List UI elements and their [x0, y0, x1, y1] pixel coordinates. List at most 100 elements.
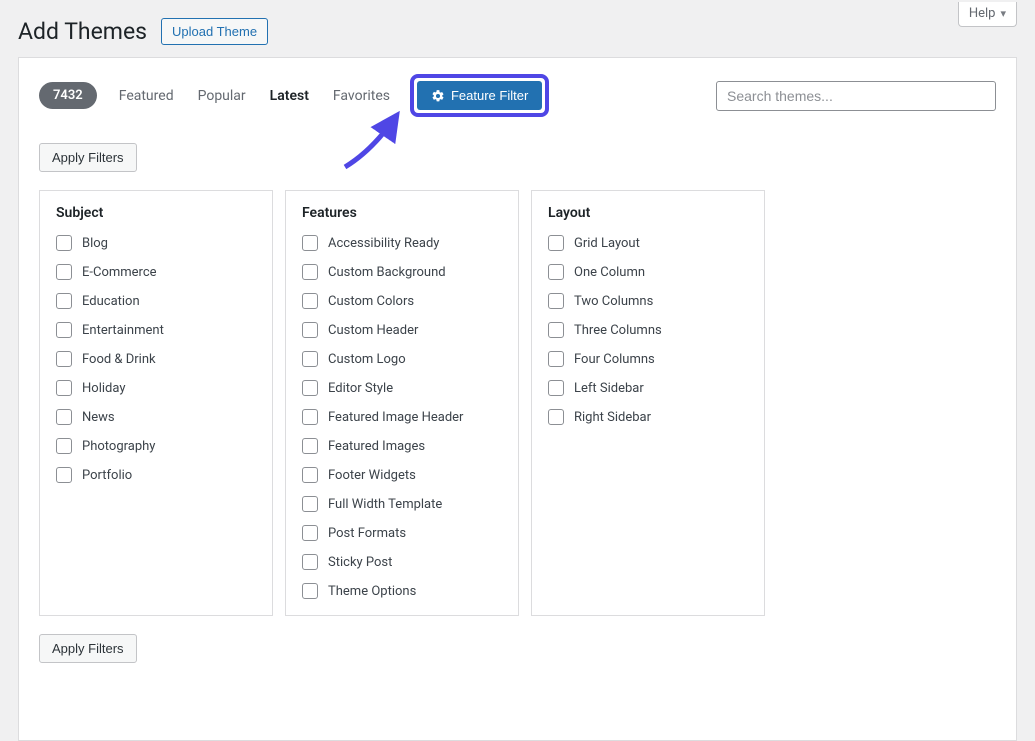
filter-checkbox-item[interactable]: Theme Options	[302, 583, 502, 599]
checkbox-label: Featured Images	[328, 439, 425, 454]
filter-checkbox-item[interactable]: Editor Style	[302, 380, 502, 396]
checkbox-icon[interactable]	[302, 351, 318, 367]
checkbox-icon[interactable]	[548, 409, 564, 425]
checkbox-label: E-Commerce	[82, 265, 157, 280]
filter-checkbox-item[interactable]: One Column	[548, 264, 748, 280]
checkbox-label: Accessibility Ready	[328, 236, 439, 251]
checkbox-label: News	[82, 410, 115, 425]
checkbox-icon[interactable]	[302, 409, 318, 425]
filter-checkbox-item[interactable]: Food & Drink	[56, 351, 256, 367]
feature-filter-button[interactable]: Feature Filter	[417, 81, 542, 110]
filter-checkbox-item[interactable]: Three Columns	[548, 322, 748, 338]
group-title-features: Features	[302, 205, 502, 221]
tab-popular[interactable]: Popular	[186, 82, 258, 110]
filter-checkbox-item[interactable]: Holiday	[56, 380, 256, 396]
filter-checkbox-item[interactable]: Portfolio	[56, 467, 256, 483]
checkbox-icon[interactable]	[302, 496, 318, 512]
checkbox-icon[interactable]	[302, 380, 318, 396]
filter-checkbox-item[interactable]: Accessibility Ready	[302, 235, 502, 251]
filter-checkbox-item[interactable]: Right Sidebar	[548, 409, 748, 425]
checkbox-label: One Column	[574, 265, 645, 280]
filter-checkbox-item[interactable]: Featured Image Header	[302, 409, 502, 425]
filter-checkbox-item[interactable]: Grid Layout	[548, 235, 748, 251]
page-header: Add Themes Upload Theme	[0, 0, 1035, 57]
checkbox-label: Photography	[82, 439, 155, 454]
checkbox-label: Theme Options	[328, 584, 416, 599]
page-title: Add Themes	[18, 18, 147, 45]
checkbox-icon[interactable]	[56, 264, 72, 280]
tab-favorites[interactable]: Favorites	[321, 82, 402, 110]
checkbox-icon[interactable]	[302, 322, 318, 338]
checkbox-icon[interactable]	[548, 322, 564, 338]
tab-latest[interactable]: Latest	[258, 82, 321, 110]
upload-theme-button[interactable]: Upload Theme	[161, 18, 268, 45]
filter-checkbox-item[interactable]: Full Width Template	[302, 496, 502, 512]
filter-checkbox-item[interactable]: Entertainment	[56, 322, 256, 338]
filter-checkbox-item[interactable]: E-Commerce	[56, 264, 256, 280]
checkbox-icon[interactable]	[56, 380, 72, 396]
checkbox-label: Blog	[82, 236, 108, 251]
checkbox-icon[interactable]	[548, 293, 564, 309]
filter-tabs: 7432 Featured Popular Latest Favorites F…	[39, 74, 549, 117]
apply-filters-button-bottom[interactable]: Apply Filters	[39, 634, 137, 663]
filter-checkbox-item[interactable]: Custom Background	[302, 264, 502, 280]
filter-checkbox-item[interactable]: Footer Widgets	[302, 467, 502, 483]
checkbox-icon[interactable]	[548, 264, 564, 280]
checkbox-icon[interactable]	[56, 235, 72, 251]
checkbox-icon[interactable]	[56, 438, 72, 454]
help-tab[interactable]: Help	[958, 2, 1017, 27]
checkbox-icon[interactable]	[56, 293, 72, 309]
checkbox-label: Full Width Template	[328, 497, 442, 512]
filter-bar: 7432 Featured Popular Latest Favorites F…	[39, 58, 996, 131]
filter-checkbox-item[interactable]: Education	[56, 293, 256, 309]
filter-checkbox-item[interactable]: Two Columns	[548, 293, 748, 309]
checkbox-label: Custom Header	[328, 323, 418, 338]
checkbox-label: Custom Background	[328, 265, 446, 280]
checkbox-icon[interactable]	[302, 525, 318, 541]
layout-items: Grid Layout One Column Two Columns Three Co…	[548, 235, 748, 425]
filter-columns: Subject BlogE-CommerceEducationEntertain…	[39, 190, 996, 616]
checkbox-icon[interactable]	[302, 293, 318, 309]
checkbox-label: Holiday	[82, 381, 125, 396]
checkbox-label: Food & Drink	[82, 352, 156, 367]
checkbox-label: Featured Image Header	[328, 410, 463, 425]
apply-filters-row-bottom: Apply Filters	[39, 634, 996, 663]
apply-filters-button-top[interactable]: Apply Filters	[39, 143, 137, 172]
checkbox-icon[interactable]	[56, 467, 72, 483]
filter-checkbox-item[interactable]: Custom Logo	[302, 351, 502, 367]
subject-items: Blog E-Commerce Education Entertainment Food…	[56, 235, 256, 483]
filter-checkbox-item[interactable]: Featured Images	[302, 438, 502, 454]
filter-checkbox-item[interactable]: Custom Colors	[302, 293, 502, 309]
checkbox-icon[interactable]	[548, 235, 564, 251]
filter-group-subject: Subject BlogE-CommerceEducationEntertain…	[39, 190, 273, 616]
filter-checkbox-item[interactable]: Post Formats	[302, 525, 502, 541]
checkbox-icon[interactable]	[302, 467, 318, 483]
main-panel: 7432 Featured Popular Latest Favorites F…	[18, 57, 1017, 741]
search-themes-input[interactable]	[716, 81, 996, 111]
filter-checkbox-item[interactable]: Custom Header	[302, 322, 502, 338]
checkbox-icon[interactable]	[302, 438, 318, 454]
filter-checkbox-item[interactable]: News	[56, 409, 256, 425]
checkbox-label: Footer Widgets	[328, 468, 416, 483]
filter-checkbox-item[interactable]: Photography	[56, 438, 256, 454]
tab-featured[interactable]: Featured	[107, 82, 186, 110]
filter-checkbox-item[interactable]: Blog	[56, 235, 256, 251]
checkbox-icon[interactable]	[56, 322, 72, 338]
checkbox-icon[interactable]	[548, 351, 564, 367]
checkbox-label: Right Sidebar	[574, 410, 651, 425]
checkbox-label: Three Columns	[574, 323, 662, 338]
gear-icon	[431, 89, 445, 103]
checkbox-icon[interactable]	[302, 264, 318, 280]
checkbox-label: Two Columns	[574, 294, 653, 309]
filter-checkbox-item[interactable]: Four Columns	[548, 351, 748, 367]
apply-filters-row-top: Apply Filters	[39, 143, 996, 172]
checkbox-icon[interactable]	[548, 380, 564, 396]
checkbox-icon[interactable]	[302, 583, 318, 599]
checkbox-icon[interactable]	[56, 409, 72, 425]
checkbox-icon[interactable]	[302, 554, 318, 570]
checkbox-icon[interactable]	[302, 235, 318, 251]
checkbox-label: Left Sidebar	[574, 381, 644, 396]
checkbox-icon[interactable]	[56, 351, 72, 367]
filter-checkbox-item[interactable]: Sticky Post	[302, 554, 502, 570]
filter-checkbox-item[interactable]: Left Sidebar	[548, 380, 748, 396]
